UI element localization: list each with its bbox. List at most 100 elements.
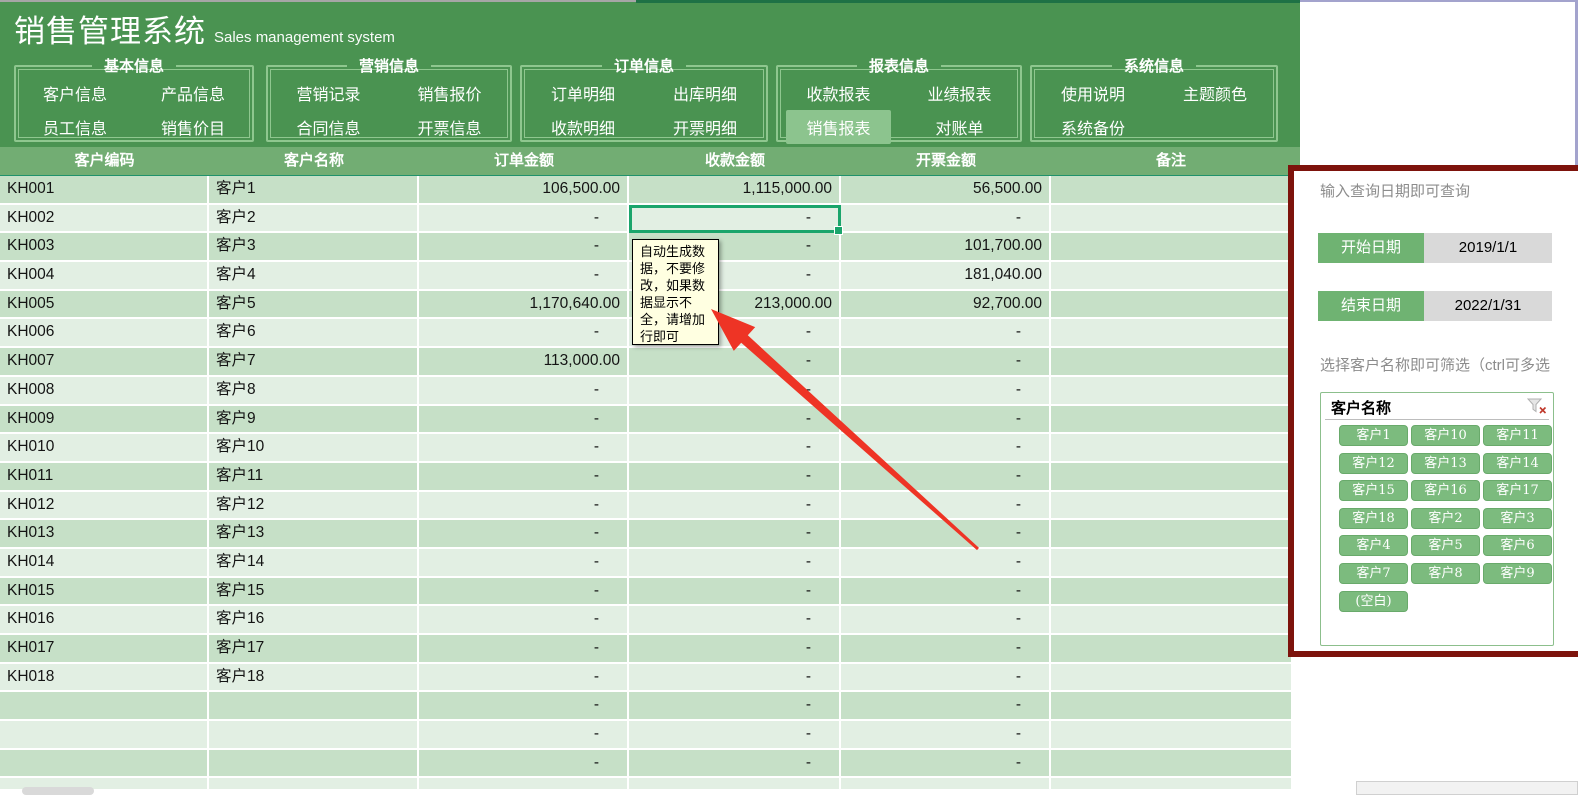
nav-item[interactable]: 出库明细 <box>653 76 757 110</box>
end-date-value[interactable]: 2022/1/31 <box>1424 291 1552 321</box>
cell-invoice[interactable]: - <box>841 520 1051 549</box>
cell-note[interactable] <box>1051 376 1291 406</box>
cell-order[interactable]: - <box>419 462 629 492</box>
cell-invoice[interactable]: - <box>841 376 1051 406</box>
cell-name[interactable]: 客户13 <box>209 520 419 549</box>
cell-order[interactable]: - <box>419 606 629 635</box>
nav-item[interactable]: 销售报表 <box>786 110 891 144</box>
slicer-button[interactable]: 客户4 <box>1339 535 1408 557</box>
cell-receipt[interactable]: - <box>629 721 841 750</box>
cell-name[interactable] <box>209 778 419 789</box>
cell-code[interactable]: KH010 <box>0 434 209 463</box>
cell-note[interactable] <box>1051 262 1291 291</box>
cell-invoice[interactable]: - <box>841 204 1051 234</box>
cell-invoice[interactable]: 101,700.00 <box>841 233 1051 263</box>
nav-item[interactable]: 使用说明 <box>1041 76 1145 110</box>
start-date-value[interactable]: 2019/1/1 <box>1424 233 1552 263</box>
cell-name[interactable]: 客户17 <box>209 635 419 664</box>
slicer-button[interactable]: 客户11 <box>1483 425 1552 446</box>
cell-note[interactable] <box>1051 663 1291 693</box>
cell-invoice[interactable]: 56,500.00 <box>841 176 1051 205</box>
cell-name[interactable]: 客户8 <box>209 376 419 406</box>
cell-invoice[interactable]: 92,700.00 <box>841 290 1051 320</box>
cell-order[interactable]: - <box>419 520 629 549</box>
slicer-button[interactable]: 客户18 <box>1339 507 1408 529</box>
cell-order[interactable]: - <box>419 749 629 779</box>
slicer-button[interactable]: 客户9 <box>1483 563 1552 584</box>
cell-receipt[interactable]: - <box>629 376 841 406</box>
cell-code[interactable]: KH016 <box>0 606 209 635</box>
cell-name[interactable]: 客户4 <box>209 262 419 291</box>
cell-receipt[interactable]: - <box>629 606 841 635</box>
slicer-button[interactable]: 客户17 <box>1483 480 1552 502</box>
cell-order[interactable]: - <box>419 692 629 722</box>
nav-item[interactable]: 开票明细 <box>653 110 757 144</box>
cell-note[interactable] <box>1051 520 1291 549</box>
cell-receipt[interactable]: 1,115,000.00 <box>629 176 841 205</box>
nav-item[interactable]: 系统备份 <box>1041 110 1145 144</box>
cell-name[interactable]: 客户3 <box>209 233 419 263</box>
cell-code[interactable] <box>0 692 209 722</box>
cell-invoice[interactable]: - <box>841 462 1051 492</box>
cell-note[interactable] <box>1051 778 1291 789</box>
cell-note[interactable] <box>1051 635 1291 664</box>
cell-code[interactable]: KH014 <box>0 548 209 578</box>
nav-item[interactable]: 开票信息 <box>397 110 501 144</box>
cell-order[interactable]: - <box>419 434 629 463</box>
cell-receipt[interactable]: - <box>629 462 841 492</box>
cell-code[interactable]: KH015 <box>0 577 209 607</box>
nav-item[interactable]: 销售报价 <box>397 76 501 110</box>
cell-code[interactable]: KH017 <box>0 635 209 664</box>
cell-receipt[interactable]: - <box>629 405 841 435</box>
cell-code[interactable]: KH002 <box>0 204 209 234</box>
cell-code[interactable]: KH007 <box>0 348 209 377</box>
nav-item[interactable]: 业绩报表 <box>907 76 1011 110</box>
nav-item[interactable]: 收款报表 <box>786 76 890 110</box>
cell-code[interactable]: KH011 <box>0 462 209 492</box>
cell-note[interactable] <box>1051 290 1291 320</box>
cell-note[interactable] <box>1051 462 1291 492</box>
cell-order[interactable]: 113,000.00 <box>419 348 629 377</box>
cell-note[interactable] <box>1051 548 1291 578</box>
cell-invoice[interactable]: - <box>841 749 1051 779</box>
slicer-button[interactable]: 客户6 <box>1483 535 1552 557</box>
cell-invoice[interactable]: - <box>841 348 1051 377</box>
cell-invoice[interactable]: - <box>841 434 1051 463</box>
cell-name[interactable]: 客户14 <box>209 548 419 578</box>
slicer-button[interactable]: 客户5 <box>1411 535 1480 557</box>
nav-item[interactable]: 客户信息 <box>23 76 127 110</box>
cell-note[interactable] <box>1051 491 1291 521</box>
slicer-button[interactable]: 客户13 <box>1411 452 1480 474</box>
cell-code[interactable]: KH018 <box>0 663 209 693</box>
cell-name[interactable]: 客户9 <box>209 405 419 435</box>
cell-order[interactable]: 106,500.00 <box>419 176 629 205</box>
cell-receipt[interactable]: - <box>629 548 841 578</box>
cell-invoice[interactable]: - <box>841 319 1051 349</box>
nav-item[interactable]: 收款明细 <box>531 110 635 144</box>
cell-order[interactable]: - <box>419 663 629 693</box>
cell-invoice[interactable]: - <box>841 491 1051 521</box>
slicer-button[interactable]: 客户1 <box>1339 425 1408 446</box>
horizontal-scrollbar-right[interactable] <box>1356 781 1578 795</box>
cell-order[interactable]: - <box>419 778 629 789</box>
slicer-button[interactable]: 客户14 <box>1483 452 1552 474</box>
cell-code[interactable]: KH012 <box>0 491 209 521</box>
cell-note[interactable] <box>1051 721 1291 750</box>
cell-invoice[interactable]: - <box>841 692 1051 722</box>
cell-note[interactable] <box>1051 606 1291 635</box>
slicer-button[interactable]: 客户12 <box>1339 452 1408 474</box>
nav-item[interactable]: 订单明细 <box>531 76 635 110</box>
cell-code[interactable]: KH008 <box>0 376 209 406</box>
cell-invoice[interactable]: - <box>841 606 1051 635</box>
slicer-button[interactable]: 客户2 <box>1411 507 1480 529</box>
cell-order[interactable]: 1,170,640.00 <box>419 290 629 320</box>
cell-name[interactable]: 客户7 <box>209 348 419 377</box>
slicer-button[interactable]: 客户10 <box>1411 425 1480 446</box>
slicer-button[interactable]: 客户16 <box>1411 480 1480 502</box>
cell-invoice[interactable]: - <box>841 778 1051 789</box>
cell-code[interactable]: KH003 <box>0 233 209 263</box>
cell-name[interactable]: 客户1 <box>209 176 419 205</box>
horizontal-scrollbar-left[interactable] <box>22 787 94 795</box>
nav-item[interactable]: 营销记录 <box>276 76 380 110</box>
cell-code[interactable]: KH001 <box>0 176 209 205</box>
